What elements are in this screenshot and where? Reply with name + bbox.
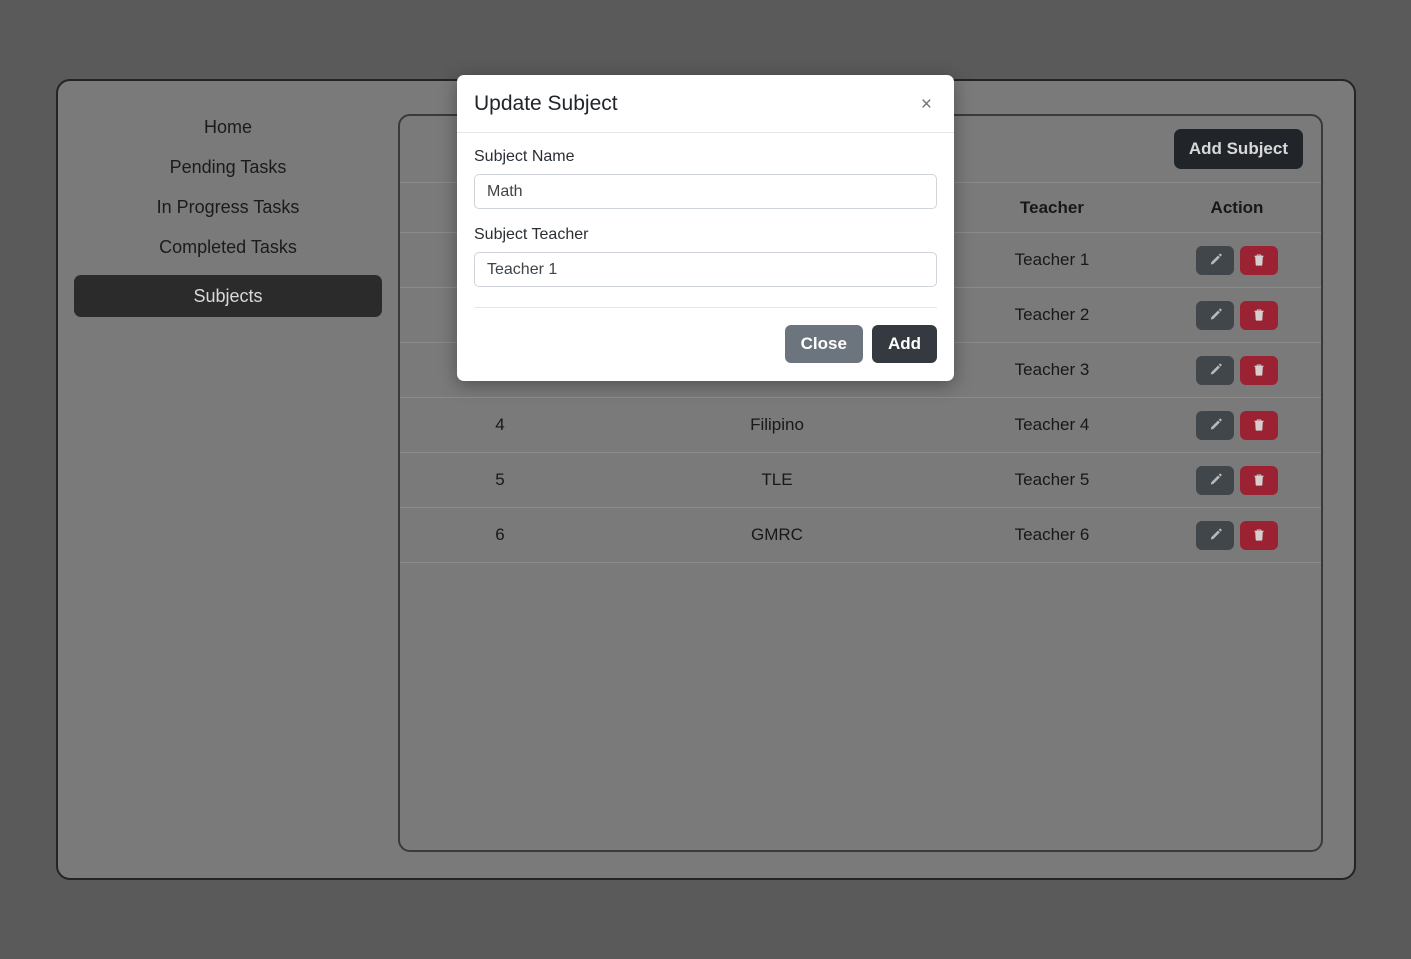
cell-action [1150,397,1321,453]
sidebar-item-subjects[interactable]: Subjects [74,275,382,317]
table-row: 6 GMRC Teacher 6 [400,507,1321,563]
action-buttons [1150,300,1321,330]
cell-action [1150,452,1321,508]
cell-id: 5 [400,452,600,508]
edit-subject-button[interactable] [1196,355,1234,385]
pencil-icon [1208,308,1223,323]
submit-add-button[interactable]: Add [871,325,937,363]
update-subject-modal: Update Subject × Subject Name Subject Te… [457,75,954,381]
cell-action [1150,507,1321,563]
action-buttons [1150,410,1321,440]
cell-id: 6 [400,507,600,563]
sidebar: Home Pending Tasks In Progress Tasks Com… [58,81,398,317]
cell-action [1150,342,1321,398]
cell-teacher: Teacher 6 [954,507,1150,563]
subject-name-input[interactable] [474,174,937,209]
edit-subject-button[interactable] [1196,300,1234,330]
cell-teacher: Teacher 3 [954,342,1150,398]
column-header-teacher: Teacher [954,182,1150,233]
trash-icon [1252,473,1266,488]
trash-icon [1252,528,1266,543]
cell-subject: GMRC [600,507,954,563]
cell-action [1150,232,1321,288]
cell-subject: TLE [600,452,954,508]
column-header-action: Action [1150,182,1321,233]
cell-id: 4 [400,397,600,453]
action-buttons [1150,465,1321,495]
action-buttons [1150,520,1321,550]
edit-subject-button[interactable] [1196,245,1234,275]
pencil-icon [1208,363,1223,378]
table-row: 4 Filipino Teacher 4 [400,397,1321,453]
sidebar-item-in-progress-tasks[interactable]: In Progress Tasks [74,187,382,227]
close-button[interactable]: Close [784,325,863,363]
delete-subject-button[interactable] [1240,300,1278,330]
cell-teacher: Teacher 5 [954,452,1150,508]
trash-icon [1252,418,1266,433]
trash-icon [1252,308,1266,323]
pencil-icon [1208,473,1223,488]
sidebar-item-home[interactable]: Home [74,107,382,147]
subject-teacher-input[interactable] [474,252,937,287]
pencil-icon [1208,253,1223,268]
modal-header: Update Subject × [457,75,954,133]
cell-teacher: Teacher 1 [954,232,1150,288]
action-buttons [1150,355,1321,385]
edit-subject-button[interactable] [1196,465,1234,495]
subject-name-label: Subject Name [474,148,575,165]
table-row: 5 TLE Teacher 5 [400,452,1321,508]
cell-subject: Filipino [600,397,954,453]
delete-subject-button[interactable] [1240,520,1278,550]
add-subject-button[interactable]: Add Subject [1173,129,1303,169]
sidebar-item-pending-tasks[interactable]: Pending Tasks [74,147,382,187]
trash-icon [1252,253,1266,268]
pencil-icon [1208,418,1223,433]
close-icon[interactable]: × [917,93,936,116]
action-buttons [1150,245,1321,275]
modal-footer: Close Add [474,307,937,381]
cell-action [1150,287,1321,343]
edit-subject-button[interactable] [1196,520,1234,550]
modal-body: Subject Name Subject Teacher [457,133,954,293]
cell-teacher: Teacher 2 [954,287,1150,343]
pencil-icon [1208,528,1223,543]
subject-teacher-label: Subject Teacher [474,226,589,243]
modal-title: Update Subject [474,92,618,115]
cell-teacher: Teacher 4 [954,397,1150,453]
trash-icon [1252,363,1266,378]
delete-subject-button[interactable] [1240,410,1278,440]
sidebar-item-completed-tasks[interactable]: Completed Tasks [74,227,382,267]
delete-subject-button[interactable] [1240,245,1278,275]
delete-subject-button[interactable] [1240,465,1278,495]
edit-subject-button[interactable] [1196,410,1234,440]
delete-subject-button[interactable] [1240,355,1278,385]
